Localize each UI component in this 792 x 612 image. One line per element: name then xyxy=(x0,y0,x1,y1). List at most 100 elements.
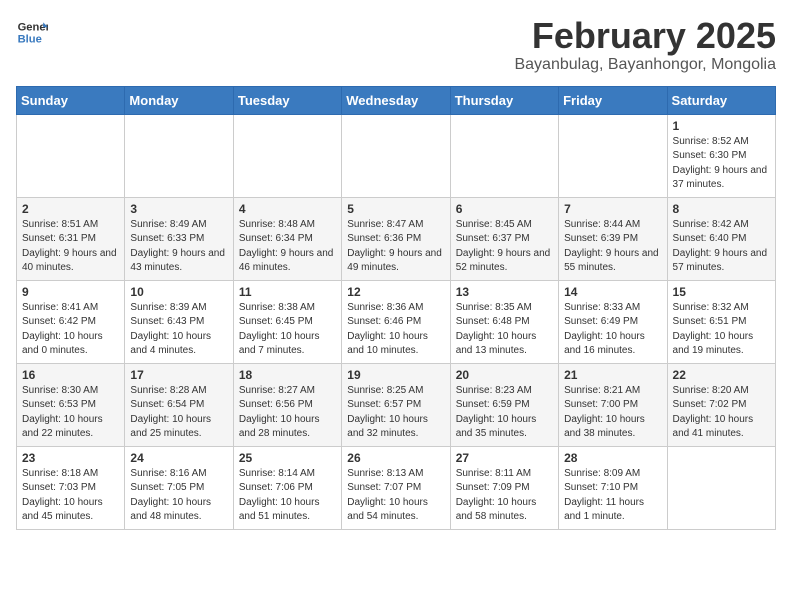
day-info: Sunrise: 8:49 AM Sunset: 6:33 PM Dayligh… xyxy=(130,218,227,276)
day-number: 23 xyxy=(22,451,119,465)
logo: General Blue xyxy=(16,16,48,48)
calendar-day-cell xyxy=(559,114,667,197)
day-info: Sunrise: 8:35 AM Sunset: 6:48 PM Dayligh… xyxy=(456,301,553,359)
calendar-day-cell: 19 Sunrise: 8:25 AM Sunset: 6:57 PM Dayli… xyxy=(342,363,450,446)
day-info: Sunrise: 8:23 AM Sunset: 6:59 PM Dayligh… xyxy=(456,384,553,442)
calendar-day-cell: 2 Sunrise: 8:51 AM Sunset: 6:31 PM Daylig… xyxy=(17,197,125,280)
calendar-day-cell: 23 Sunrise: 8:18 AM Sunset: 7:03 PM Dayli… xyxy=(17,446,125,529)
day-number: 16 xyxy=(22,368,119,382)
weekday-header-thursday: Thursday xyxy=(450,86,558,114)
calendar-day-cell: 14Sunrise: 8:33 AM Sunset: 6:49 PM Dayli… xyxy=(559,280,667,363)
day-number: 20 xyxy=(456,368,553,382)
location-subtitle: Bayanbulag, Bayanhongor, Mongolia xyxy=(514,56,776,74)
calendar-week-3: 9 Sunrise: 8:41 AM Sunset: 6:42 PM Daylig… xyxy=(17,280,776,363)
day-number: 27 xyxy=(456,451,553,465)
calendar-day-cell: 17 Sunrise: 8:28 AM Sunset: 6:54 PM Dayli… xyxy=(125,363,233,446)
page-header: General Blue February 2025 Bayanbulag, B… xyxy=(16,16,776,74)
day-info: Sunrise: 8:42 AM Sunset: 6:40 PM Dayligh… xyxy=(673,218,770,276)
calendar-day-cell: 6 Sunrise: 8:45 AM Sunset: 6:37 PM Daylig… xyxy=(450,197,558,280)
day-number: 3 xyxy=(130,202,227,216)
day-info: Sunrise: 8:48 AM Sunset: 6:34 PM Dayligh… xyxy=(239,218,336,276)
day-info: Sunrise: 8:18 AM Sunset: 7:03 PM Dayligh… xyxy=(22,467,119,525)
calendar-week-1: 1 Sunrise: 8:52 AM Sunset: 6:30 PM Daylig… xyxy=(17,114,776,197)
day-info: Sunrise: 8:41 AM Sunset: 6:42 PM Dayligh… xyxy=(22,301,119,359)
calendar-day-cell: 15 Sunrise: 8:32 AM Sunset: 6:51 PM Dayli… xyxy=(667,280,775,363)
day-info: Sunrise: 8:27 AM Sunset: 6:56 PM Dayligh… xyxy=(239,384,336,442)
weekday-header-sunday: Sunday xyxy=(17,86,125,114)
day-number: 6 xyxy=(456,202,553,216)
day-number: 26 xyxy=(347,451,444,465)
calendar-day-cell xyxy=(667,446,775,529)
day-number: 22 xyxy=(673,368,770,382)
calendar-day-cell: 20 Sunrise: 8:23 AM Sunset: 6:59 PM Dayli… xyxy=(450,363,558,446)
day-info: Sunrise: 8:45 AM Sunset: 6:37 PM Dayligh… xyxy=(456,218,553,276)
weekday-header-wednesday: Wednesday xyxy=(342,86,450,114)
calendar-week-4: 16 Sunrise: 8:30 AM Sunset: 6:53 PM Dayli… xyxy=(17,363,776,446)
calendar-day-cell: 21 Sunrise: 8:21 AM Sunset: 7:00 PM Dayli… xyxy=(559,363,667,446)
day-info: Sunrise: 8:28 AM Sunset: 6:54 PM Dayligh… xyxy=(130,384,227,442)
day-info: Sunrise: 8:38 AM Sunset: 6:45 PM Dayligh… xyxy=(239,301,336,359)
day-info: Sunrise: 8:30 AM Sunset: 6:53 PM Dayligh… xyxy=(22,384,119,442)
calendar-day-cell: 25 Sunrise: 8:14 AM Sunset: 7:06 PM Dayli… xyxy=(233,446,341,529)
day-number: 25 xyxy=(239,451,336,465)
day-number: 7 xyxy=(564,202,661,216)
day-number: 14 xyxy=(564,285,661,299)
calendar-day-cell: 10Sunrise: 8:39 AM Sunset: 6:43 PM Dayli… xyxy=(125,280,233,363)
day-number: 17 xyxy=(130,368,227,382)
day-number: 13 xyxy=(456,285,553,299)
day-info: Sunrise: 8:25 AM Sunset: 6:57 PM Dayligh… xyxy=(347,384,444,442)
calendar-day-cell xyxy=(125,114,233,197)
weekday-header-saturday: Saturday xyxy=(667,86,775,114)
day-info: Sunrise: 8:21 AM Sunset: 7:00 PM Dayligh… xyxy=(564,384,661,442)
day-info: Sunrise: 8:32 AM Sunset: 6:51 PM Dayligh… xyxy=(673,301,770,359)
weekday-header-monday: Monday xyxy=(125,86,233,114)
calendar-day-cell: 28 Sunrise: 8:09 AM Sunset: 7:10 PM Dayli… xyxy=(559,446,667,529)
day-number: 21 xyxy=(564,368,661,382)
calendar-day-cell: 8 Sunrise: 8:42 AM Sunset: 6:40 PM Daylig… xyxy=(667,197,775,280)
day-info: Sunrise: 8:36 AM Sunset: 6:46 PM Dayligh… xyxy=(347,301,444,359)
calendar-day-cell xyxy=(233,114,341,197)
day-number: 12 xyxy=(347,285,444,299)
day-number: 5 xyxy=(347,202,444,216)
calendar-day-cell: 18 Sunrise: 8:27 AM Sunset: 6:56 PM Dayli… xyxy=(233,363,341,446)
day-number: 4 xyxy=(239,202,336,216)
day-number: 15 xyxy=(673,285,770,299)
day-info: Sunrise: 8:39 AM Sunset: 6:43 PM Dayligh… xyxy=(130,301,227,359)
day-number: 19 xyxy=(347,368,444,382)
day-info: Sunrise: 8:09 AM Sunset: 7:10 PM Dayligh… xyxy=(564,467,661,525)
calendar-day-cell: 13 Sunrise: 8:35 AM Sunset: 6:48 PM Dayli… xyxy=(450,280,558,363)
day-info: Sunrise: 8:14 AM Sunset: 7:06 PM Dayligh… xyxy=(239,467,336,525)
calendar-day-cell: 22Sunrise: 8:20 AM Sunset: 7:02 PM Dayli… xyxy=(667,363,775,446)
logo-icon: General Blue xyxy=(16,16,48,48)
day-number: 8 xyxy=(673,202,770,216)
day-number: 1 xyxy=(673,119,770,133)
day-number: 11 xyxy=(239,285,336,299)
title-block: February 2025 Bayanbulag, Bayanhongor, M… xyxy=(514,16,776,74)
day-info: Sunrise: 8:52 AM Sunset: 6:30 PM Dayligh… xyxy=(673,135,770,193)
calendar-day-cell: 1 Sunrise: 8:52 AM Sunset: 6:30 PM Daylig… xyxy=(667,114,775,197)
calendar-day-cell: 16 Sunrise: 8:30 AM Sunset: 6:53 PM Dayli… xyxy=(17,363,125,446)
day-number: 2 xyxy=(22,202,119,216)
calendar-day-cell: 4 Sunrise: 8:48 AM Sunset: 6:34 PM Daylig… xyxy=(233,197,341,280)
calendar-day-cell: 12 Sunrise: 8:36 AM Sunset: 6:46 PM Dayli… xyxy=(342,280,450,363)
calendar-day-cell: 11 Sunrise: 8:38 AM Sunset: 6:45 PM Dayli… xyxy=(233,280,341,363)
calendar-day-cell: 3 Sunrise: 8:49 AM Sunset: 6:33 PM Daylig… xyxy=(125,197,233,280)
calendar-week-5: 23 Sunrise: 8:18 AM Sunset: 7:03 PM Dayli… xyxy=(17,446,776,529)
calendar-week-2: 2 Sunrise: 8:51 AM Sunset: 6:31 PM Daylig… xyxy=(17,197,776,280)
calendar-day-cell xyxy=(17,114,125,197)
day-number: 24 xyxy=(130,451,227,465)
calendar-day-cell: 27 Sunrise: 8:11 AM Sunset: 7:09 PM Dayli… xyxy=(450,446,558,529)
day-info: Sunrise: 8:16 AM Sunset: 7:05 PM Dayligh… xyxy=(130,467,227,525)
calendar-day-cell: 9 Sunrise: 8:41 AM Sunset: 6:42 PM Daylig… xyxy=(17,280,125,363)
day-info: Sunrise: 8:11 AM Sunset: 7:09 PM Dayligh… xyxy=(456,467,553,525)
day-number: 28 xyxy=(564,451,661,465)
day-info: Sunrise: 8:51 AM Sunset: 6:31 PM Dayligh… xyxy=(22,218,119,276)
day-info: Sunrise: 8:47 AM Sunset: 6:36 PM Dayligh… xyxy=(347,218,444,276)
calendar-day-cell: 5 Sunrise: 8:47 AM Sunset: 6:36 PM Daylig… xyxy=(342,197,450,280)
svg-text:Blue: Blue xyxy=(18,33,42,45)
calendar-day-cell: 7Sunrise: 8:44 AM Sunset: 6:39 PM Daylig… xyxy=(559,197,667,280)
weekday-header-row: SundayMondayTuesdayWednesdayThursdayFrid… xyxy=(17,86,776,114)
weekday-header-friday: Friday xyxy=(559,86,667,114)
day-number: 9 xyxy=(22,285,119,299)
day-number: 18 xyxy=(239,368,336,382)
